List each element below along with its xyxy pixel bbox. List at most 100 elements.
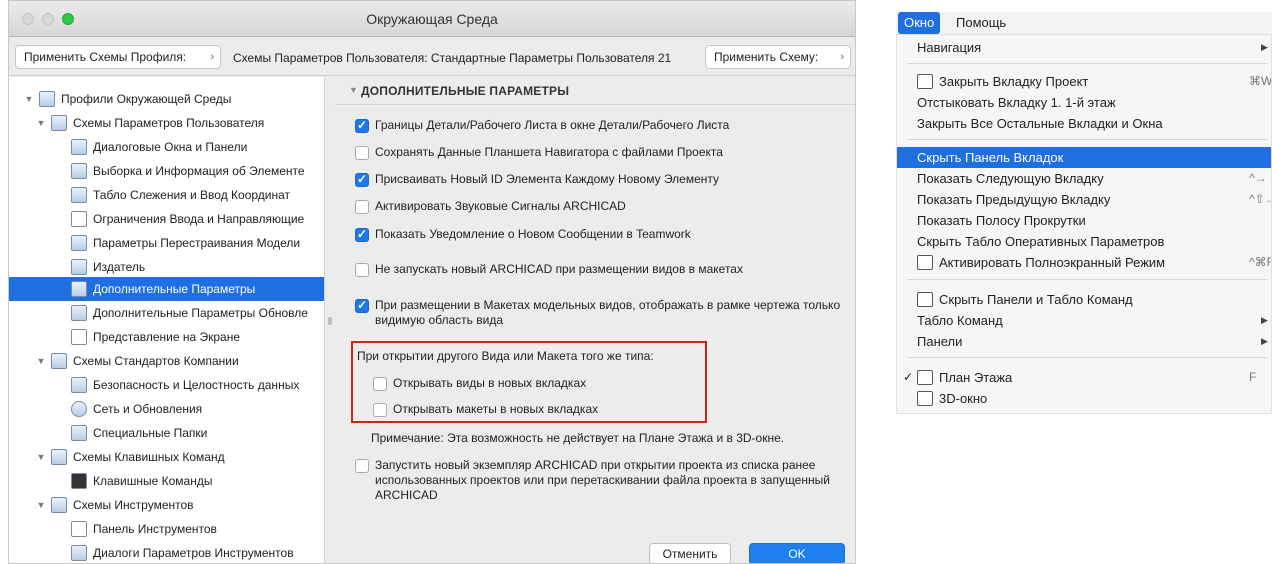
tree-item-label: Выборка и Информация об Элементе [93, 164, 305, 178]
shortcut-schemes-icon [51, 449, 67, 465]
apply-scheme-dropdown[interactable]: Применить Схему: › [705, 45, 851, 69]
tree-item-label: Схемы Инструментов [73, 498, 194, 512]
menu-item-previous-tab[interactable]: Показать Предыдущую Вкладку ^⇧→ [897, 189, 1271, 210]
menu-item-command-bar[interactable]: Табло Команд ▶ [897, 310, 1271, 331]
user-schemes-icon [51, 115, 67, 131]
menu-item-label: План Этажа [939, 370, 1013, 385]
option-checkbox[interactable] [355, 298, 369, 313]
option-checkbox[interactable] [355, 172, 369, 187]
tree-item-dialogs[interactable]: Диалоговые Окна и Панели [9, 135, 324, 159]
tree-item-display[interactable]: Представление на Экране [9, 325, 324, 349]
tool-dialogs-icon [71, 545, 87, 561]
tree-item-network[interactable]: Сеть и Обновления [9, 397, 324, 421]
disclosure-triangle-icon[interactable]: ▼ [35, 111, 47, 135]
option-checkbox[interactable] [355, 263, 369, 277]
tree-item-folders[interactable]: Специальные Папки [9, 421, 324, 445]
tree-item-tracker[interactable]: Табло Слежения и Ввод Координат [9, 183, 324, 207]
menu-item-label: Активировать Полноэкранный Режим [939, 255, 1166, 270]
disclosure-triangle-icon[interactable]: ▼ [23, 87, 35, 111]
option-checkbox[interactable] [355, 200, 369, 214]
tree-item-publisher[interactable]: Издатель [9, 255, 324, 279]
menu-item-close-others[interactable]: Закрыть Все Остальные Вкладки и Окна [897, 113, 1271, 134]
tree-item-toolbar[interactable]: Панель Инструментов [9, 517, 324, 541]
menu-item-3d-window[interactable]: 3D-окно [897, 388, 1271, 409]
menu-separator [907, 279, 1267, 280]
tree-item-safety[interactable]: Безопасность и Целостность данных [9, 373, 324, 397]
menu-item-hide-panels[interactable]: Скрыть Панели и Табло Команд [897, 289, 1271, 310]
tree-item-company-schemes[interactable]: ▼ Схемы Стандартов Компании [9, 349, 324, 373]
disclosure-triangle-icon[interactable]: ▼ [349, 85, 358, 95]
menu-item-label: Закрыть Все Остальные Вкладки и Окна [917, 116, 1163, 131]
open-layouts-new-tabs-checkbox[interactable] [373, 403, 387, 417]
menu-window[interactable]: Окно [898, 12, 941, 34]
tree-item-label: Диалоговые Окна и Панели [93, 140, 248, 154]
option-checkbox[interactable] [355, 146, 369, 160]
menu-item-label: Табло Команд [917, 313, 1003, 328]
open-views-new-tabs-checkbox[interactable] [373, 377, 387, 391]
tree-item-constraints[interactable]: Ограничения Ввода и Направляющие [9, 207, 324, 231]
tree-item-label: Сеть и Обновления [93, 402, 203, 416]
tree-item-label: Дополнительные Параметры [93, 282, 256, 296]
tree-item-update-options[interactable]: Дополнительные Параметры Обновле [9, 301, 324, 325]
menu-help[interactable]: Помощь [950, 12, 1012, 34]
option-checkbox[interactable] [355, 459, 369, 473]
tree-item-tool-dialogs[interactable]: Диалоги Параметров Инструментов [9, 541, 324, 563]
menu-item-label: Навигация [917, 40, 982, 55]
tree-item-more-options[interactable]: Дополнительные Параметры [9, 277, 324, 301]
tree-item-tool-schemes[interactable]: ▼ Схемы Инструментов [9, 493, 324, 517]
tree-item-label: Представление на Экране [93, 330, 241, 344]
tab-group-title: При открытии другого Вида или Макета тог… [357, 349, 654, 363]
menu-item-next-tab[interactable]: Показать Следующую Вкладку ^→ [897, 168, 1271, 189]
update-icon [71, 305, 87, 321]
menu-item-undock-tab[interactable]: Отстыковать Вкладку 1. 1-й этаж [897, 92, 1271, 113]
shortcuts-icon [71, 473, 87, 489]
option-checkbox[interactable] [355, 227, 369, 242]
tree-item-selection[interactable]: Выборка и Информация об Элементе [9, 159, 324, 183]
menu-item-show-scrollbar[interactable]: Показать Полосу Прокрутки [897, 210, 1271, 231]
tracker-icon [71, 187, 87, 203]
menu-item-hide-info-box[interactable]: Скрыть Табло Оперативных Параметров [897, 231, 1271, 252]
tree-item-shortcuts[interactable]: Клавишные Команды [9, 469, 324, 493]
menu-separator [907, 357, 1267, 358]
user-schemes-text: Схемы Параметров Пользователя: Стандартн… [233, 51, 672, 65]
company-icon [51, 353, 67, 369]
options-panel: ▼ ДОПОЛНИТЕЛЬНЫЕ ПАРАМЕТРЫ Границы Детал… [335, 77, 855, 563]
disclosure-triangle-icon[interactable]: ▼ [35, 445, 47, 469]
option-label: Не запускать новый ARCHICAD при размещен… [375, 262, 743, 276]
submenu-arrow-icon: ▶ [1261, 42, 1268, 52]
menu-item-label: Закрыть Вкладку Проект [939, 74, 1089, 89]
folders-icon [71, 425, 87, 441]
tree-item-profiles[interactable]: ▼ Профили Окружающей Среды [9, 87, 324, 111]
tree-item-label: Безопасность и Целостность данных [93, 378, 300, 392]
menu-separator [907, 139, 1267, 140]
ok-button[interactable]: OK [749, 543, 845, 563]
disclosure-triangle-icon[interactable]: ▼ [35, 349, 47, 373]
constraints-icon [71, 211, 87, 227]
tree-item-rebuild[interactable]: Параметры Перестраивания Модели [9, 231, 324, 255]
disclosure-triangle-icon[interactable]: ▼ [35, 493, 47, 517]
fullscreen-icon [917, 255, 933, 270]
menu-item-floor-plan[interactable]: ✓ План Этажа F [897, 367, 1271, 388]
chevron-right-icon: › [210, 51, 214, 63]
selection-icon [71, 163, 87, 179]
menu-item-fullscreen[interactable]: Активировать Полноэкранный Режим ^⌘F [897, 252, 1271, 273]
menu-item-hide-tab-bar[interactable]: Скрыть Панель Вкладок [897, 147, 1271, 168]
tree-item-shortcut-schemes[interactable]: ▼ Схемы Клавишных Команд [9, 445, 324, 469]
option-label: Запустить новый экземпляр ARCHICAD при о… [375, 458, 830, 502]
menu-item-close-tab[interactable]: Закрыть Вкладку Проект ⌘W [897, 71, 1271, 92]
tree-item-user-schemes[interactable]: ▼ Схемы Параметров Пользователя [9, 111, 324, 135]
menu-item-navigation[interactable]: Навигация ▶ [897, 37, 1271, 58]
pane-splitter[interactable] [325, 77, 335, 563]
dialogs-icon [71, 139, 87, 155]
publisher-icon [71, 259, 87, 275]
section-header[interactable]: ▼ ДОПОЛНИТЕЛЬНЫЕ ПАРАМЕТРЫ [335, 77, 855, 105]
display-icon [71, 329, 87, 345]
apply-profile-dropdown[interactable]: Применить Схемы Профиля: › [15, 45, 221, 69]
option-checkbox[interactable] [355, 118, 369, 133]
rebuild-icon [71, 235, 87, 251]
profile-icon [39, 91, 55, 107]
menu-item-panels[interactable]: Панели ▶ [897, 331, 1271, 352]
menu-item-label: Отстыковать Вкладку 1. 1-й этаж [917, 95, 1116, 110]
dialog-toolbar: Применить Схемы Профиля: › Схемы Парамет… [9, 38, 855, 76]
cancel-button[interactable]: Отменить [649, 543, 731, 563]
